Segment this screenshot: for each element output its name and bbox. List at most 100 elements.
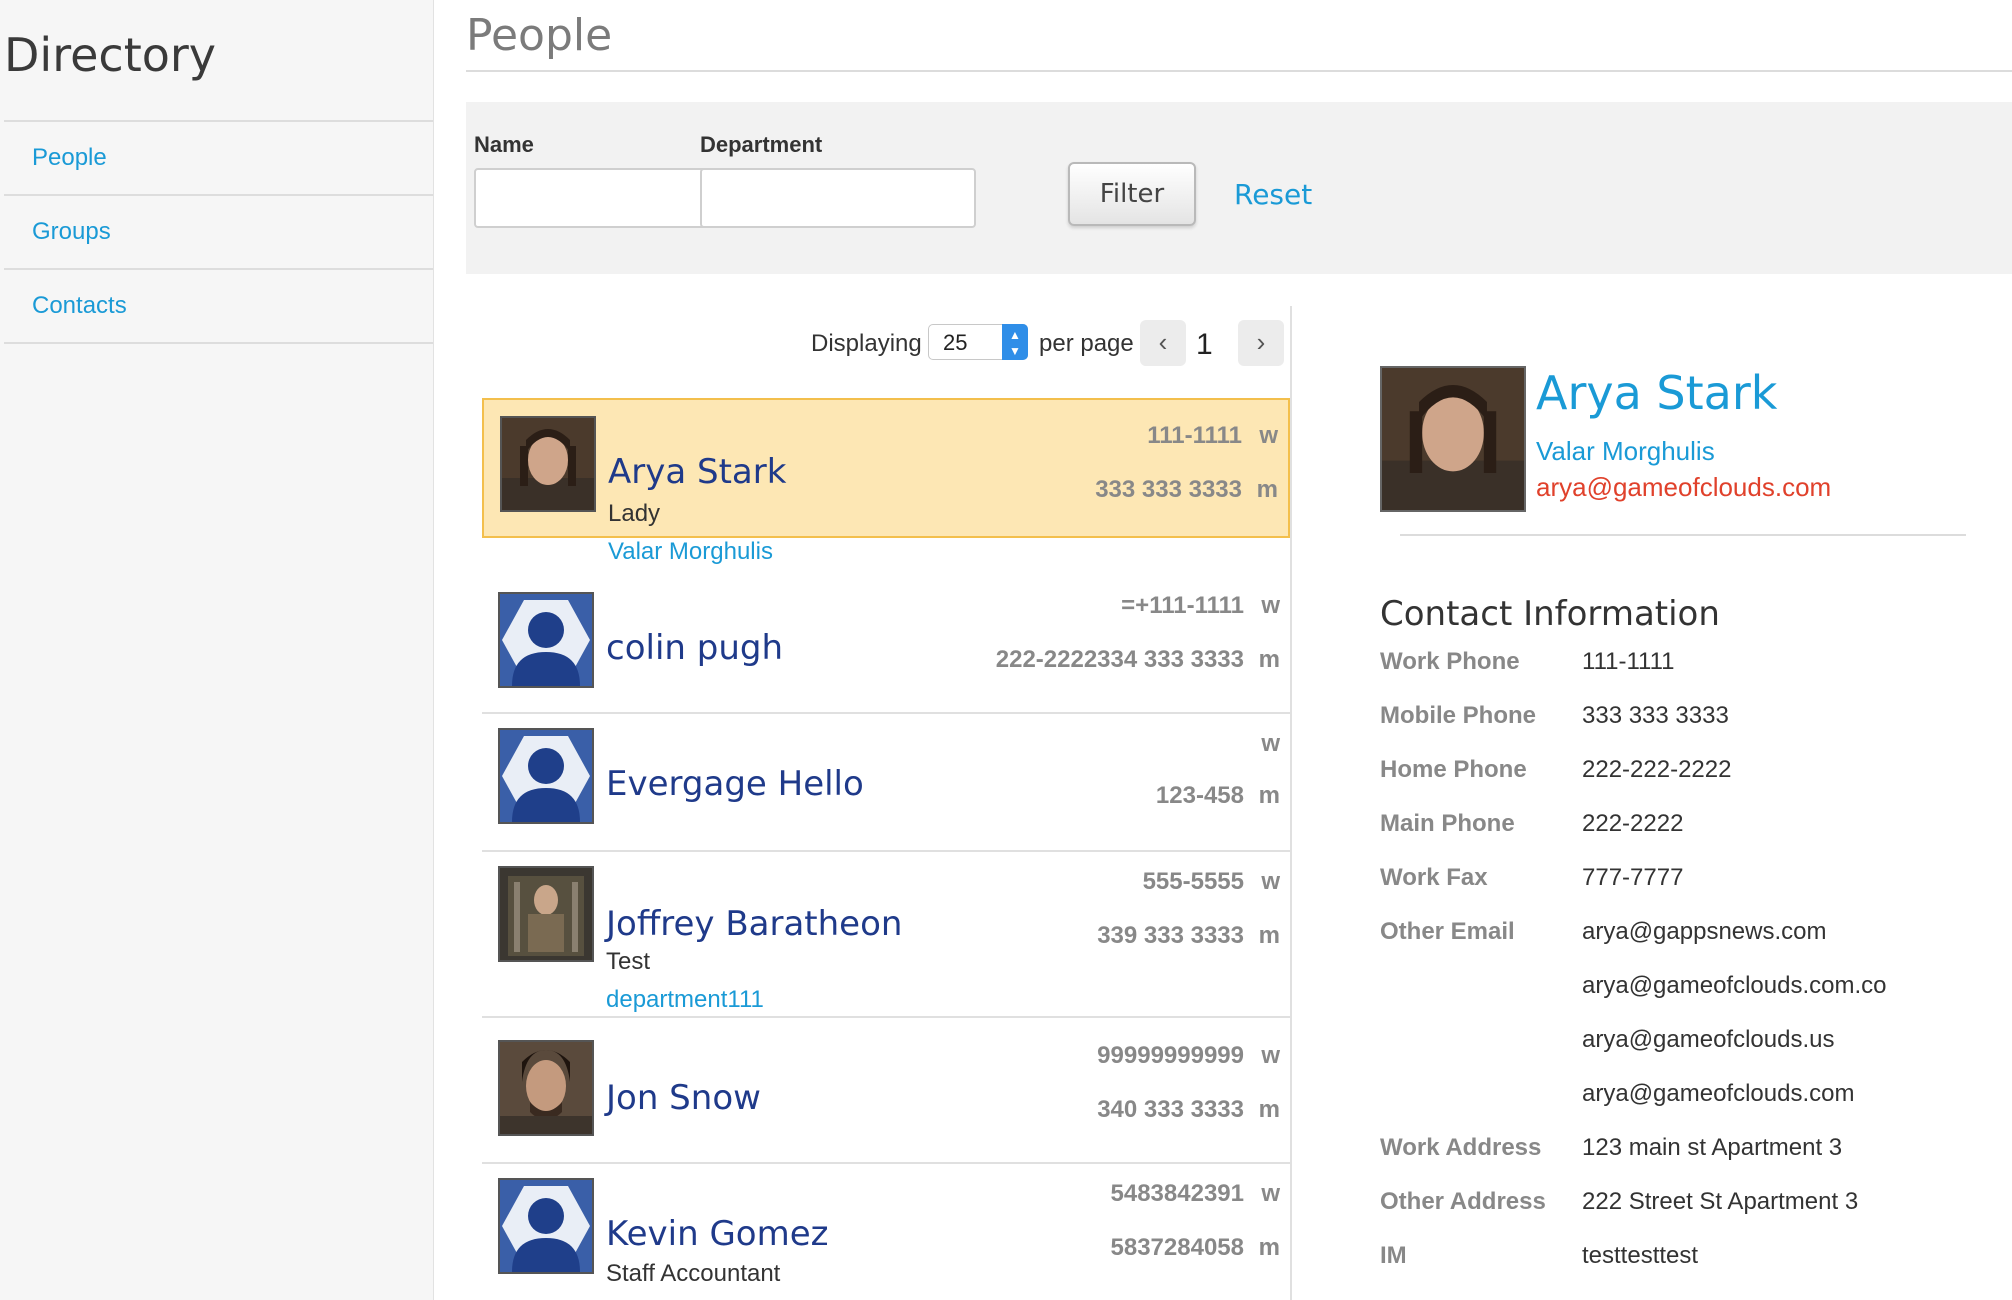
sidebar: Directory People Groups Contacts [0, 0, 434, 1300]
person-row-evergage-hello[interactable]: Evergage Hello w 123-458 m [482, 714, 1290, 852]
per-page-select[interactable]: 25 ▲ ▼ [928, 324, 1028, 360]
contact-label: Home Phone [1380, 756, 1527, 783]
chevron-left-icon[interactable]: ‹ [1140, 320, 1186, 366]
person-name[interactable]: Evergage Hello [606, 764, 864, 804]
mobile-phone-type: m [1258, 1234, 1280, 1261]
default-user-icon [500, 594, 592, 686]
mobile-phone-type: m [1258, 922, 1280, 949]
person-title: Test [606, 948, 651, 975]
per-page-label: per page [1039, 330, 1134, 357]
title-divider [466, 70, 2012, 72]
per-page-value: 25 [943, 330, 968, 355]
contact-label: Mobile Phone [1380, 702, 1536, 729]
mobile-phone: 340 333 3333 [1097, 1096, 1244, 1123]
work-phone: =+111-1111 [1121, 592, 1244, 619]
contact-label: Work Phone [1380, 648, 1520, 675]
filter-panel: Name Department Filter Reset [466, 102, 2012, 274]
sidebar-item-groups[interactable]: Groups [4, 196, 433, 270]
person-title: Lady [608, 500, 661, 527]
person-name[interactable]: Jon Snow [606, 1078, 761, 1118]
list-detail-divider [1290, 306, 1292, 1300]
work-phone-type: w [1259, 422, 1278, 449]
person-row-colin-pugh[interactable]: colin pugh =+111-1111 w 222-2222334 333 … [482, 576, 1290, 714]
contact-label: Work Fax [1380, 864, 1488, 891]
work-phone-type: w [1261, 592, 1280, 619]
displaying-label: Displaying [811, 330, 922, 357]
work-phone-type: w [1261, 730, 1280, 757]
contact-value: 333 333 3333 [1582, 702, 1729, 729]
detail-avatar [1380, 366, 1526, 512]
mobile-phone-type: m [1258, 1096, 1280, 1123]
chevron-right-icon[interactable]: › [1238, 320, 1284, 366]
detail-department[interactable]: Valar Morghulis [1536, 436, 1715, 467]
person-department[interactable]: department111 [606, 986, 764, 1014]
work-phone-type: w [1261, 868, 1280, 895]
contact-label: Other Email [1380, 918, 1515, 945]
contact-value: arya@gameofclouds.com.co [1582, 972, 1887, 999]
department-filter-label: Department [700, 132, 823, 157]
page-title: People [466, 10, 613, 61]
person-row-kevin-gomez[interactable]: Kevin Gomez Staff Accountant 5483842391 … [482, 1164, 1290, 1300]
contact-label: Main Phone [1380, 810, 1515, 837]
work-phone: 5483842391 [1110, 1180, 1244, 1207]
person-department[interactable]: Valar Morghulis [608, 538, 773, 566]
contact-value: 111-1111 [1582, 648, 1675, 675]
sidebar-item-contacts[interactable]: Contacts [4, 270, 433, 344]
person-photo-icon [500, 868, 592, 960]
select-arrows-icon: ▲ ▼ [1002, 324, 1028, 360]
contact-label: Other Address [1380, 1188, 1546, 1215]
person-name[interactable]: colin pugh [606, 628, 783, 668]
mobile-phone: 333 333 3333 [1095, 476, 1242, 503]
person-title: Staff Accountant [606, 1260, 781, 1287]
contact-value: 222-222-2222 [1582, 756, 1732, 783]
contact-value: testtesttest [1582, 1242, 1699, 1269]
work-phone-type: w [1261, 1042, 1280, 1069]
contact-value: 222-2222 [1582, 810, 1684, 837]
person-name[interactable]: Arya Stark [608, 452, 786, 492]
person-photo-icon [502, 418, 594, 510]
person-row-arya-stark[interactable]: Arya Stark Lady Valar Morghulis 111-1111… [482, 398, 1290, 565]
person-name[interactable]: Kevin Gomez [606, 1214, 828, 1254]
person-row-joffrey-baratheon[interactable]: Joffrey Baratheon Test department111 555… [482, 852, 1290, 1018]
page-number: 1 [1196, 328, 1213, 361]
default-user-icon [500, 730, 592, 822]
mobile-phone: 5837284058 [1110, 1234, 1244, 1261]
avatar [498, 728, 594, 824]
mobile-phone-type: m [1258, 646, 1280, 673]
contact-value: 777-7777 [1582, 864, 1684, 891]
person-row-jon-snow[interactable]: Jon Snow 99999999999 w 340 333 3333 m [482, 1026, 1290, 1164]
contact-label: Work Address [1380, 1134, 1542, 1161]
work-phone: 555-5555 [1142, 868, 1244, 895]
app-title: Directory [4, 28, 217, 82]
work-phone: 111-1111 [1147, 422, 1242, 449]
contact-value: arya@gameofclouds.us [1582, 1026, 1835, 1053]
name-filter-label: Name [474, 132, 534, 157]
avatar [500, 416, 596, 512]
avatar [498, 866, 594, 962]
mobile-phone: 339 333 3333 [1097, 922, 1244, 949]
avatar [498, 592, 594, 688]
sidebar-item-people[interactable]: People [4, 122, 433, 196]
detail-name: Arya Stark [1536, 366, 1778, 420]
contact-value: 123 main st Apartment 3 [1582, 1134, 1843, 1161]
contact-info-heading: Contact Information [1380, 594, 1720, 634]
detail-email[interactable]: arya@gameofclouds.com [1536, 472, 1831, 503]
person-name[interactable]: Joffrey Baratheon [606, 904, 902, 944]
person-photo-icon [500, 1042, 592, 1134]
department-filter-input[interactable] [700, 168, 976, 228]
work-phone-type: w [1261, 1180, 1280, 1207]
sidebar-nav: People Groups Contacts [4, 120, 433, 344]
mobile-phone: 123-458 [1155, 782, 1244, 809]
filter-button[interactable]: Filter [1068, 162, 1196, 226]
main-content: People Name Department Filter Reset Disp… [434, 0, 2012, 1300]
contact-label: IM [1380, 1242, 1407, 1269]
avatar [498, 1040, 594, 1136]
mobile-phone-type: m [1258, 782, 1280, 809]
person-photo-icon [1382, 368, 1524, 510]
mobile-phone-type: m [1256, 476, 1278, 503]
avatar [498, 1178, 594, 1274]
contact-value: 222 Street St Apartment 3 [1582, 1188, 1859, 1215]
reset-link[interactable]: Reset [1234, 178, 1312, 211]
contact-value: arya@gappsnews.com [1582, 918, 1827, 945]
detail-divider [1400, 534, 1966, 536]
